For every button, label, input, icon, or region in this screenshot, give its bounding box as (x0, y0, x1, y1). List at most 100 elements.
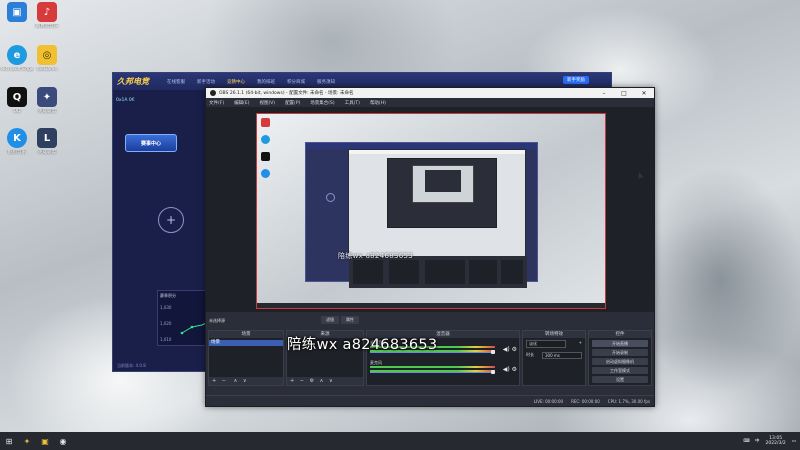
properties-button[interactable]: 属性 (341, 316, 359, 324)
desktop-icon-wegame[interactable]: ◎ WeGame (30, 45, 64, 72)
menu-view[interactable]: 视图(V) (259, 100, 275, 106)
volume-slider-handle[interactable] (491, 370, 495, 374)
preview-game-window: 陪练wx a824683653 (305, 142, 538, 288)
add-icon[interactable]: + (579, 340, 582, 348)
volume-slider-handle[interactable] (491, 350, 495, 354)
mini-chart-line (180, 320, 211, 335)
preview-desktop-icons (261, 118, 273, 178)
desktop-icon-edge[interactable]: e Microsoft Edge (0, 45, 34, 72)
scene-item[interactable]: 场景 (209, 340, 283, 346)
desktop-icon-label: 网易云音乐 (35, 24, 59, 29)
menu-file[interactable]: 文件(F) (209, 100, 224, 106)
game-tab[interactable]: 在线客服 (167, 79, 185, 85)
start-streaming-button[interactable]: 开始直播 (592, 340, 648, 347)
language-indicator[interactable]: 中 (755, 438, 760, 444)
desktop-icon-netease-music[interactable]: ♪ 网易云音乐 (30, 2, 64, 29)
remove-icon[interactable]: − (222, 378, 226, 384)
add-icon[interactable]: + (290, 378, 294, 384)
transitions-dock: 转场特效 淡化 + 时长 300 ms (522, 330, 586, 386)
desktop-icon-kugou[interactable]: K 酷狗音乐 (0, 128, 34, 155)
preview-watermark: 陪练wx a824683653 (338, 252, 413, 260)
menu-tools[interactable]: 工具(T) (345, 100, 360, 106)
desktop-icon-label: WeGame (36, 67, 58, 72)
remove-icon[interactable]: − (300, 378, 304, 384)
menu-edit[interactable]: 编辑(E) (234, 100, 249, 106)
settings-button[interactable]: 设置 (592, 376, 648, 383)
game-tab-active[interactable]: 竞猜中心 (227, 79, 245, 85)
preview-obs-inner-3 (425, 170, 461, 192)
scenes-dock: 场景 场景 + − ∧ ∨ (208, 330, 284, 386)
volume-slider[interactable] (370, 372, 495, 373)
transitions-title: 转场特效 (523, 331, 585, 338)
desktop-icon-lol[interactable]: ✦ 英雄联盟 (30, 87, 64, 114)
studio-mode-button[interactable]: 工作室模式 (592, 367, 648, 374)
obs-titlebar: OBS 26.1.1 (64-bit, windows) - 配置文件: 未命名… (206, 88, 654, 98)
speaker-icon[interactable]: ◀) (503, 346, 510, 353)
obs-preview-area[interactable]: 陪练wx a824683653 (206, 107, 654, 312)
event-center-badge[interactable]: 赛事中心 (125, 134, 177, 152)
keyboard-icon[interactable]: ⌨ (744, 439, 751, 444)
game-tab[interactable]: 服务须知 (317, 79, 335, 85)
speaker-icon[interactable]: ◀) (503, 366, 510, 373)
menu-scene-collection[interactable]: 场景集合(S) (310, 100, 334, 106)
wegame-icon: ◎ (37, 45, 57, 65)
game-tab[interactable]: 积分商城 (287, 79, 305, 85)
desktop-icon-label: QQ (13, 109, 21, 114)
menu-profile[interactable]: 配置(P) (285, 100, 300, 106)
desktop-icon-lol-2[interactable]: L 英雄联盟 (30, 128, 64, 155)
controls-title: 控件 (589, 331, 651, 338)
scenes-toolbar: + − ∧ ∨ (209, 377, 283, 385)
notification-icon[interactable]: ▭ (792, 439, 796, 444)
add-icon[interactable]: + (158, 207, 184, 233)
virtual-camera-button[interactable]: 启动虚拟摄像机 (592, 358, 648, 365)
down-icon[interactable]: ∨ (329, 378, 333, 384)
game-tab[interactable]: 我的排班 (257, 79, 275, 85)
menu-help[interactable]: 帮助(H) (370, 100, 386, 106)
game-tab[interactable]: 新手活动 (197, 79, 215, 85)
desktop-icon-label: 酷狗音乐 (8, 150, 26, 155)
add-icon[interactable]: + (212, 378, 216, 384)
up-icon[interactable]: ∧ (320, 378, 324, 384)
game-icon: ✦ (37, 87, 57, 107)
obs-window-title: OBS 26.1.1 (64-bit, windows) - 配置文件: 未命名… (219, 91, 354, 96)
promo-button[interactable]: 新手奖励 (563, 76, 589, 84)
preview-taskbar (257, 303, 605, 308)
lol-icon: L (37, 128, 57, 148)
filters-button[interactable]: 滤镜 (321, 316, 339, 324)
controls-dock: 控件 开始直播 开始录制 启动虚拟摄像机 工作室模式 设置 (588, 330, 652, 386)
clock-date: 2022/3/2 (765, 441, 786, 446)
mixer-track-label: 麦克风 (370, 360, 382, 365)
minimize-icon[interactable]: – (594, 90, 614, 97)
sources-toolbar: + − ⚙ ∧ ∨ (287, 377, 363, 385)
gear-icon[interactable]: ⚙ (512, 346, 517, 353)
preview-screen[interactable]: 陪练wx a824683653 (256, 113, 644, 309)
desktop-icon-qq[interactable]: Q QQ (0, 87, 34, 114)
preview-obs-inner-2 (412, 165, 474, 203)
maximize-icon[interactable]: □ (614, 90, 634, 97)
obs-taskbar-icon[interactable]: ◉ (54, 432, 72, 450)
transition-select[interactable]: 淡化 (526, 340, 566, 348)
duration-row: 时长 300 ms (523, 350, 585, 361)
up-icon[interactable]: ∧ (234, 378, 238, 384)
gear-icon[interactable]: ⚙ (310, 378, 314, 384)
lol-taskbar-icon[interactable]: ✦ (18, 432, 36, 450)
duration-input[interactable]: 300 ms (542, 352, 582, 359)
down-icon[interactable]: ∨ (243, 378, 247, 384)
desktop-icon-this-pc[interactable]: ▣ (0, 2, 34, 24)
computer-icon: ▣ (7, 2, 27, 22)
clock[interactable]: 13:05 2022/3/2 (766, 436, 786, 446)
scenes-title: 场景 (209, 331, 283, 338)
windows-start-icon[interactable]: ⊞ (0, 432, 18, 450)
preview-obs-window (348, 149, 527, 288)
no-source-label: 未选择源 (209, 318, 225, 323)
gear-icon[interactable]: ⚙ (512, 366, 517, 373)
game-logo: 久邦电竞 (117, 77, 149, 86)
game-taskbar-icon[interactable]: ▣ (36, 432, 54, 450)
obs-window[interactable]: OBS 26.1.1 (64-bit, windows) - 配置文件: 未命名… (205, 87, 655, 407)
qq-penguin-icon: Q (7, 87, 27, 107)
preview-obs-inner (387, 158, 497, 228)
close-icon[interactable]: ✕ (634, 90, 654, 97)
start-recording-button[interactable]: 开始录制 (592, 349, 648, 356)
obs-menubar: 文件(F) 编辑(E) 视图(V) 配置(P) 场景集合(S) 工具(T) 帮助… (206, 98, 654, 107)
transition-select-row: 淡化 + (523, 338, 585, 350)
